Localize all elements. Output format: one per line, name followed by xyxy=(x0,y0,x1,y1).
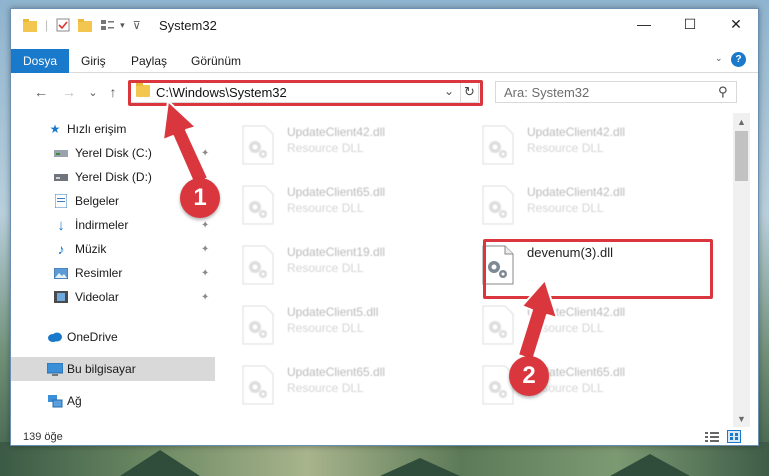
step-arrows xyxy=(162,100,558,361)
arrow-to-address-bar xyxy=(162,100,209,185)
step-1-badge: 1 xyxy=(180,178,220,218)
arrow-to-file xyxy=(517,279,558,361)
step-2-badge: 2 xyxy=(509,356,549,396)
